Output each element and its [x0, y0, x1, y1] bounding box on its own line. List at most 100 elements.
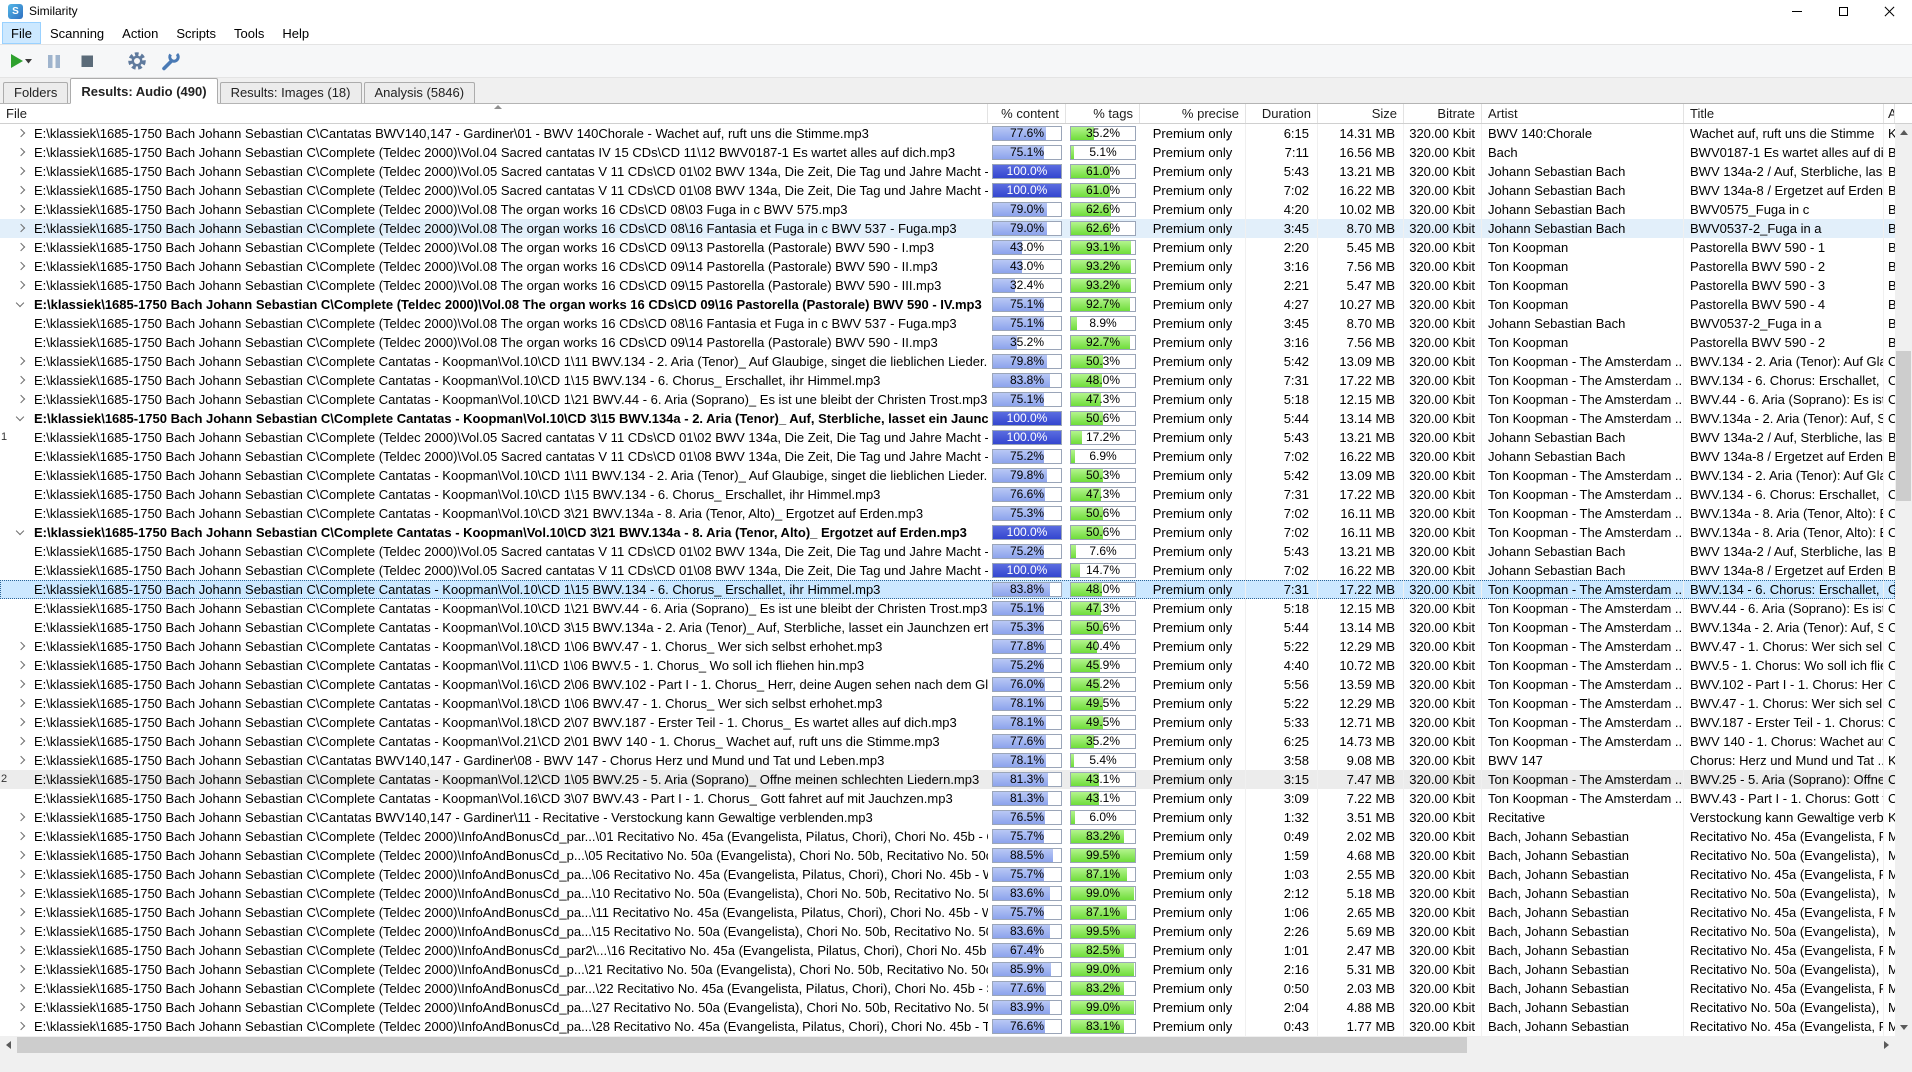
- table-row[interactable]: E:\klassiek\1685-1750 Bach Johann Sebast…: [0, 124, 1895, 143]
- column-header-album[interactable]: Album: [1884, 104, 1895, 123]
- minimize-button[interactable]: [1774, 0, 1820, 22]
- menu-file[interactable]: File: [2, 22, 41, 44]
- column-header-file[interactable]: File: [0, 104, 988, 123]
- column-header-dur[interactable]: Duration: [1246, 104, 1318, 123]
- stop-button[interactable]: [72, 47, 102, 75]
- tab-results-audio-490[interactable]: Results: Audio (490): [70, 78, 218, 104]
- table-row[interactable]: E:\klassiek\1685-1750 Bach Johann Sebast…: [0, 352, 1895, 371]
- column-header-title[interactable]: Title: [1684, 104, 1884, 123]
- table-row[interactable]: E:\klassiek\1685-1750 Bach Johann Sebast…: [0, 903, 1895, 922]
- expand-icon[interactable]: [16, 166, 26, 176]
- table-row[interactable]: E:\klassiek\1685-1750 Bach Johann Sebast…: [0, 941, 1895, 960]
- table-row[interactable]: E:\klassiek\1685-1750 Bach Johann Sebast…: [0, 295, 1895, 314]
- expand-icon[interactable]: [16, 907, 26, 917]
- column-header-tags[interactable]: % tags: [1066, 104, 1140, 123]
- table-row[interactable]: E:\klassiek\1685-1750 Bach Johann Sebast…: [0, 884, 1895, 903]
- table-row[interactable]: E:\klassiek\1685-1750 Bach Johann Sebast…: [0, 827, 1895, 846]
- tab-folders[interactable]: Folders: [3, 82, 69, 103]
- table-row[interactable]: E:\klassiek\1685-1750 Bach Johann Sebast…: [0, 390, 1895, 409]
- expand-icon[interactable]: [16, 736, 26, 746]
- horizontal-scroll-thumb[interactable]: [17, 1037, 1467, 1053]
- collapse-icon[interactable]: [15, 526, 25, 536]
- close-button[interactable]: [1866, 0, 1912, 22]
- expand-icon[interactable]: [16, 850, 26, 860]
- expand-icon[interactable]: [16, 1021, 26, 1031]
- column-header-rate[interactable]: Bitrate: [1404, 104, 1482, 123]
- table-row[interactable]: E:\klassiek\1685-1750 Bach Johann Sebast…: [0, 789, 1895, 808]
- table-row[interactable]: E:\klassiek\1685-1750 Bach Johann Sebast…: [0, 751, 1895, 770]
- expand-icon[interactable]: [16, 356, 26, 366]
- table-row[interactable]: E:\klassiek\1685-1750 Bach Johann Sebast…: [0, 960, 1895, 979]
- scroll-right-arrow[interactable]: [1878, 1036, 1895, 1054]
- expand-icon[interactable]: [16, 147, 26, 157]
- menu-help[interactable]: Help: [273, 22, 318, 44]
- expand-icon[interactable]: [16, 261, 26, 271]
- table-row[interactable]: E:\klassiek\1685-1750 Bach Johann Sebast…: [0, 409, 1895, 428]
- expand-icon[interactable]: [16, 128, 26, 138]
- table-row[interactable]: E:\klassiek\1685-1750 Bach Johann Sebast…: [0, 694, 1895, 713]
- expand-icon[interactable]: [16, 280, 26, 290]
- expand-icon[interactable]: [16, 679, 26, 689]
- menu-tools[interactable]: Tools: [225, 22, 273, 44]
- table-row[interactable]: E:\klassiek\1685-1750 Bach Johann Sebast…: [0, 618, 1895, 637]
- table-row[interactable]: E:\klassiek\1685-1750 Bach Johann Sebast…: [0, 485, 1895, 504]
- table-row[interactable]: 2 E:\klassiek\1685-1750 Bach Johann Sebas…: [0, 770, 1895, 789]
- table-row[interactable]: E:\klassiek\1685-1750 Bach Johann Sebast…: [0, 865, 1895, 884]
- table-row[interactable]: E:\klassiek\1685-1750 Bach Johann Sebast…: [0, 238, 1895, 257]
- expand-icon[interactable]: [16, 1002, 26, 1012]
- expand-icon[interactable]: [16, 945, 26, 955]
- column-header-artist[interactable]: Artist: [1482, 104, 1684, 123]
- tab-analysis-5846[interactable]: Analysis (5846): [363, 82, 476, 103]
- table-row[interactable]: E:\klassiek\1685-1750 Bach Johann Sebast…: [0, 713, 1895, 732]
- menu-scanning[interactable]: Scanning: [41, 22, 113, 44]
- table-row[interactable]: E:\klassiek\1685-1750 Bach Johann Sebast…: [0, 162, 1895, 181]
- table-row[interactable]: E:\klassiek\1685-1750 Bach Johann Sebast…: [0, 599, 1895, 618]
- maximize-button[interactable]: [1820, 0, 1866, 22]
- table-row[interactable]: E:\klassiek\1685-1750 Bach Johann Sebast…: [0, 371, 1895, 390]
- column-header-content[interactable]: % content: [988, 104, 1066, 123]
- table-row[interactable]: E:\klassiek\1685-1750 Bach Johann Sebast…: [0, 276, 1895, 295]
- table-row[interactable]: E:\klassiek\1685-1750 Bach Johann Sebast…: [0, 561, 1895, 580]
- scroll-up-arrow[interactable]: [1895, 124, 1912, 141]
- expand-icon[interactable]: [16, 926, 26, 936]
- table-row[interactable]: E:\klassiek\1685-1750 Bach Johann Sebast…: [0, 143, 1895, 162]
- expand-icon[interactable]: [16, 964, 26, 974]
- expand-icon[interactable]: [16, 242, 26, 252]
- scroll-left-arrow[interactable]: [0, 1036, 17, 1054]
- expand-icon[interactable]: [16, 660, 26, 670]
- expand-icon[interactable]: [16, 831, 26, 841]
- expand-icon[interactable]: [16, 812, 26, 822]
- expand-icon[interactable]: [16, 888, 26, 898]
- play-button[interactable]: [6, 47, 36, 75]
- table-row[interactable]: 1 E:\klassiek\1685-1750 Bach Johann Sebas…: [0, 428, 1895, 447]
- table-row[interactable]: E:\klassiek\1685-1750 Bach Johann Sebast…: [0, 675, 1895, 694]
- horizontal-scrollbar[interactable]: [0, 1036, 1895, 1054]
- collapse-icon[interactable]: [15, 298, 25, 308]
- expand-icon[interactable]: [16, 698, 26, 708]
- repair-button[interactable]: [155, 47, 185, 75]
- table-row[interactable]: E:\klassiek\1685-1750 Bach Johann Sebast…: [0, 1017, 1895, 1036]
- expand-icon[interactable]: [16, 641, 26, 651]
- table-row[interactable]: E:\klassiek\1685-1750 Bach Johann Sebast…: [0, 808, 1895, 827]
- vertical-scrollbar[interactable]: [1895, 124, 1912, 1036]
- table-row[interactable]: E:\klassiek\1685-1750 Bach Johann Sebast…: [0, 542, 1895, 561]
- table-row[interactable]: E:\klassiek\1685-1750 Bach Johann Sebast…: [0, 314, 1895, 333]
- expand-icon[interactable]: [16, 869, 26, 879]
- table-row[interactable]: E:\klassiek\1685-1750 Bach Johann Sebast…: [0, 219, 1895, 238]
- scroll-down-arrow[interactable]: [1895, 1019, 1912, 1036]
- table-row[interactable]: E:\klassiek\1685-1750 Bach Johann Sebast…: [0, 637, 1895, 656]
- vertical-scroll-thumb[interactable]: [1896, 351, 1911, 501]
- expand-icon[interactable]: [16, 755, 26, 765]
- table-row[interactable]: E:\klassiek\1685-1750 Bach Johann Sebast…: [0, 200, 1895, 219]
- settings-button[interactable]: [122, 47, 152, 75]
- table-row[interactable]: E:\klassiek\1685-1750 Bach Johann Sebast…: [0, 922, 1895, 941]
- expand-icon[interactable]: [16, 394, 26, 404]
- expand-icon[interactable]: [16, 223, 26, 233]
- menu-action[interactable]: Action: [113, 22, 167, 44]
- expand-icon[interactable]: [16, 375, 26, 385]
- table-row[interactable]: E:\klassiek\1685-1750 Bach Johann Sebast…: [0, 998, 1895, 1017]
- table-row[interactable]: E:\klassiek\1685-1750 Bach Johann Sebast…: [0, 979, 1895, 998]
- collapse-icon[interactable]: [15, 412, 25, 422]
- table-row[interactable]: E:\klassiek\1685-1750 Bach Johann Sebast…: [0, 523, 1895, 542]
- table-row[interactable]: E:\klassiek\1685-1750 Bach Johann Sebast…: [0, 257, 1895, 276]
